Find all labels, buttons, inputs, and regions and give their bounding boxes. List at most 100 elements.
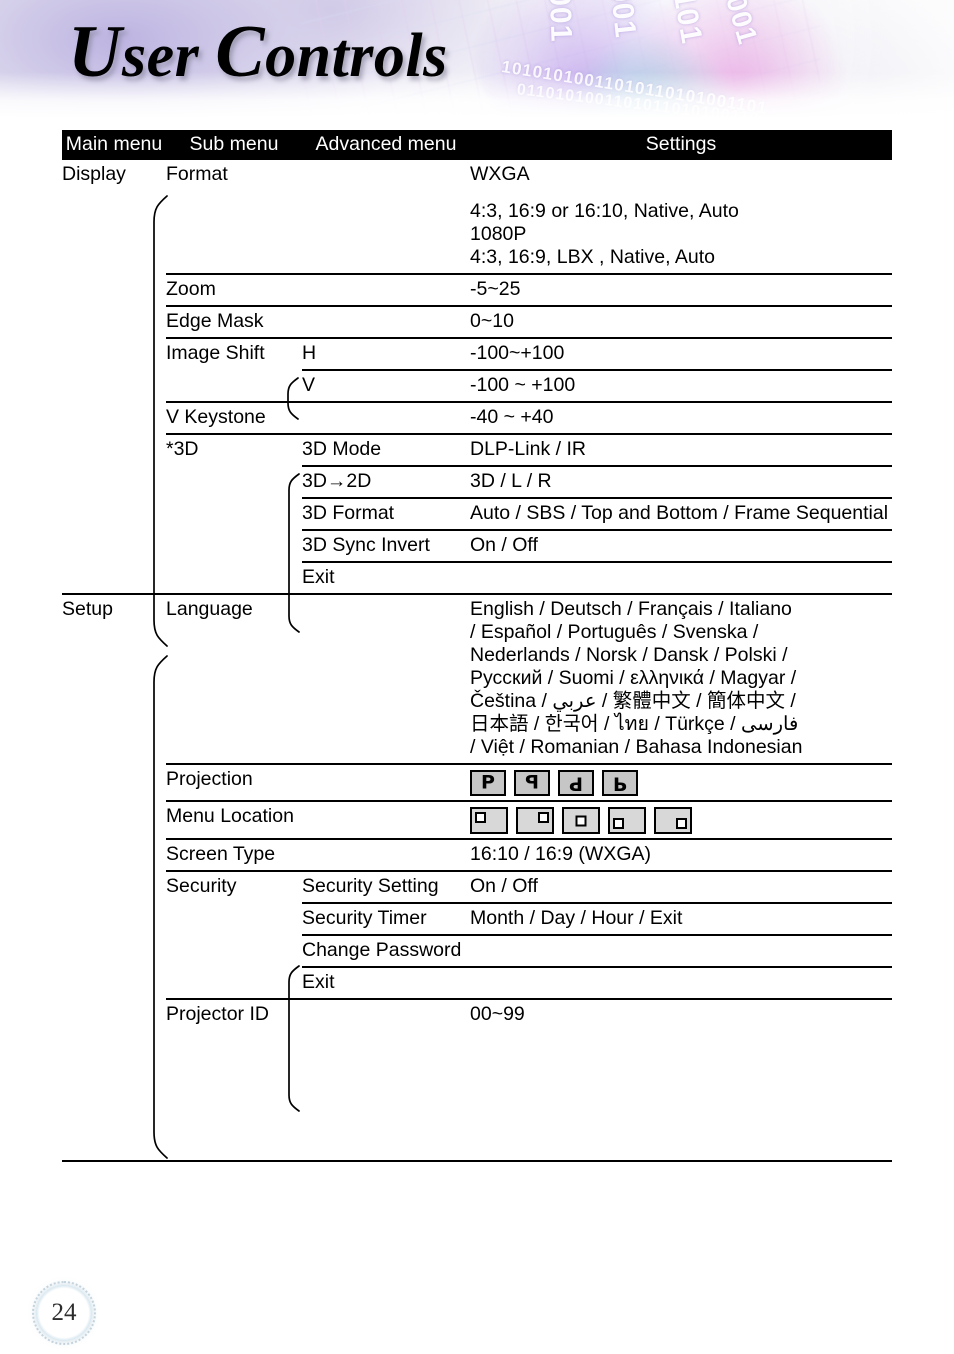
page-number: 24 xyxy=(32,1281,96,1345)
projection-glyph: P xyxy=(569,772,583,795)
table-row: Image Shift H -100~+100 xyxy=(62,337,892,402)
advanced-menu-empty xyxy=(302,273,470,306)
settings-3d-to-2d: 3D / L / R xyxy=(470,465,892,498)
advanced-menu-empty xyxy=(302,305,470,338)
settings-line: / Việt / Romanian / Bahasa Indonesian xyxy=(470,736,803,758)
column-header-main-menu: Main menu xyxy=(62,130,166,160)
settings-empty xyxy=(470,561,892,594)
settings-3d-mode: DLP-Link / IR xyxy=(470,433,892,466)
banner-binary-decoration: 1001 xyxy=(542,0,578,43)
settings-line: 1080P xyxy=(470,223,527,245)
sub-menu-menu-location: Menu Location xyxy=(166,800,302,839)
menu-location-marker xyxy=(676,818,687,829)
table-header-row: Main menu Sub menu Advanced menu Setting… xyxy=(62,130,892,160)
sub-menu-edge-mask: Edge Mask xyxy=(166,305,302,338)
advanced-menu-security-timer: Security Timer xyxy=(302,902,470,935)
page-number-value: 24 xyxy=(51,1299,77,1326)
sub-menu-image-shift: Image Shift xyxy=(166,337,302,402)
projection-glyph: P xyxy=(525,771,539,794)
settings-zoom: -5~25 xyxy=(470,273,892,306)
projection-rear-ceiling-icon: P xyxy=(602,770,638,796)
table-row: Edge Mask 0~10 xyxy=(62,305,892,338)
settings-3d-format: Auto / SBS / Top and Bottom / Frame Sequ… xyxy=(470,497,892,530)
projection-front-desktop-icon: P xyxy=(470,770,506,796)
settings-image-shift-h: -100~+100 xyxy=(470,337,892,370)
sub-menu-v-keystone: V Keystone xyxy=(166,401,302,434)
column-header-sub-menu: Sub menu xyxy=(166,130,302,160)
page-title-part-ser: ser xyxy=(121,22,216,90)
advanced-menu-security-exit: Exit xyxy=(302,966,470,999)
page-title: User Controls xyxy=(68,15,448,89)
sub-menu-security: Security xyxy=(166,870,302,999)
advanced-menu-3d-exit: Exit xyxy=(302,561,470,594)
page-title-cap-u: U xyxy=(68,11,122,93)
main-menu-display: Display xyxy=(62,163,126,185)
table-bottom-rule xyxy=(62,1160,892,1162)
advanced-menu-3d-format: 3D Format xyxy=(302,497,470,530)
advanced-menu-3d-mode: 3D Mode xyxy=(302,433,470,466)
table-row: Menu Location xyxy=(62,800,892,839)
advanced-menu-empty xyxy=(302,800,470,839)
settings-format: WXGA 4:3, 16:9 or 16:10, Native, Auto 10… xyxy=(470,160,892,274)
settings-3d-sync-invert: On / Off xyxy=(470,529,892,562)
page-banner: 1001 1001 0101 1001 10101010011010110101… xyxy=(0,0,954,118)
menu-location-top-left-icon xyxy=(470,807,508,834)
advanced-menu-3d-to-2d: 3D→2D xyxy=(302,465,470,498)
projection-glyph: P xyxy=(613,772,627,795)
sub-menu-language: Language xyxy=(166,593,302,764)
menu-location-bottom-left-icon xyxy=(608,807,646,834)
sub-menu-3d: *3D xyxy=(166,433,302,594)
main-menu-setup: Setup xyxy=(62,593,166,1030)
settings-empty xyxy=(470,966,892,999)
settings-security-setting: On / Off xyxy=(470,870,892,903)
table-row: Display Format WXGA 4:3, 16:9 or 16:10, … xyxy=(62,160,892,274)
table-row: Setup Language English / Deutsch / Franç… xyxy=(62,593,892,1030)
menu-location-marker xyxy=(475,812,486,823)
advanced-menu-empty xyxy=(302,401,470,434)
settings-projector-id: 00~99 xyxy=(470,998,892,1030)
table-row: Screen Type 16:10 / 16:9 (WXGA) xyxy=(62,838,892,871)
settings-line: Nederlands / Norsk / Dansk / Polski / xyxy=(470,644,788,666)
column-header-settings: Settings xyxy=(470,130,892,160)
menu-location-center-icon xyxy=(562,807,600,834)
advanced-menu-h: H xyxy=(302,337,470,370)
advanced-menu-security-setting: Security Setting xyxy=(302,870,470,903)
menu-location-marker xyxy=(613,818,624,829)
settings-line: WXGA xyxy=(470,163,530,185)
settings-edge-mask: 0~10 xyxy=(470,305,892,338)
settings-line: Русский / Suomi / ελληνικά / Magyar / xyxy=(470,667,797,689)
sub-menu-projector-id: Projector ID xyxy=(166,998,302,1030)
table-row: *3D 3D Mode DLP-Link / IR xyxy=(62,433,892,594)
settings-menu-location xyxy=(470,800,892,839)
settings-line: 4:3, 16:9 or 16:10, Native, Auto xyxy=(470,200,739,222)
settings-screen-type: 16:10 / 16:9 (WXGA) xyxy=(470,838,892,871)
settings-language: English / Deutsch / Français / Italiano … xyxy=(470,593,892,764)
menu-table: Main menu Sub menu Advanced menu Setting… xyxy=(62,130,892,1030)
table-row: Projection P P P P xyxy=(62,763,892,801)
menu-reference-table: Main menu Sub menu Advanced menu Setting… xyxy=(62,130,892,1030)
advanced-menu-empty xyxy=(302,763,470,801)
settings-projection: PPPP xyxy=(470,763,892,801)
advanced-menu-change-password: Change Password xyxy=(302,934,470,967)
settings-empty xyxy=(470,934,892,967)
advanced-menu-v: V xyxy=(302,369,470,402)
settings-security-timer: Month / Day / Hour / Exit xyxy=(470,902,892,935)
projection-front-ceiling-icon: P xyxy=(558,770,594,796)
sub-menu-screen-type: Screen Type xyxy=(166,838,302,871)
settings-line: / Español / Português / Svenska / xyxy=(470,621,759,643)
advanced-menu-3d-sync-invert: 3D Sync Invert xyxy=(302,529,470,562)
menu-location-marker xyxy=(538,812,549,823)
table-row: V Keystone -40 ~ +40 xyxy=(62,401,892,434)
advanced-menu-empty xyxy=(302,160,470,274)
sub-menu-zoom: Zoom xyxy=(166,273,302,306)
settings-v-keystone: -40 ~ +40 xyxy=(470,401,892,434)
column-header-advanced-menu: Advanced menu xyxy=(302,130,470,160)
settings-line: 4:3, 16:9, LBX , Native, Auto xyxy=(470,246,715,268)
menu-location-top-right-icon xyxy=(516,807,554,834)
projection-rear-desktop-icon: P xyxy=(514,770,550,796)
advanced-menu-empty xyxy=(302,838,470,871)
banner-binary-decoration: 1001 xyxy=(601,0,642,40)
table-row: Security Security Setting On / Off xyxy=(62,870,892,999)
settings-line: 日本語 / 한국어 / ไทย / Türkçe / فارسی xyxy=(470,713,799,735)
projection-icon-row: PPPP xyxy=(470,768,892,796)
